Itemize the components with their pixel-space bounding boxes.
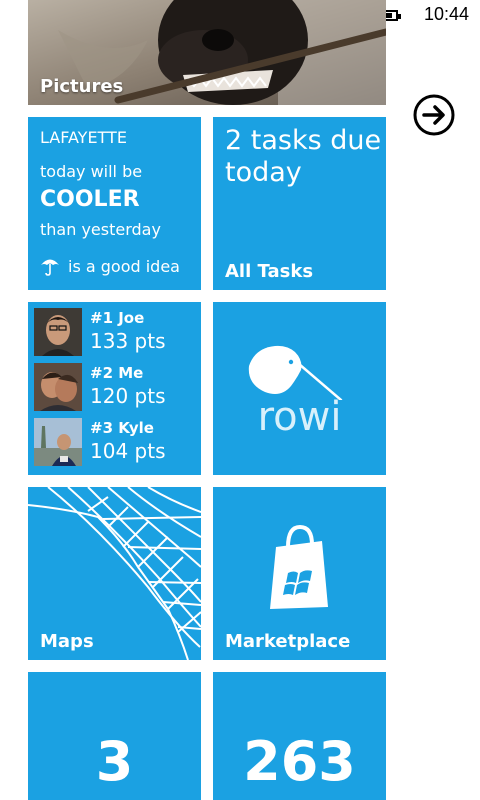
pictures-tile[interactable]: Pictures xyxy=(28,0,386,105)
maps-label: Maps xyxy=(40,631,94,652)
weather-city: LAFAYETTE xyxy=(40,128,127,147)
leaderboard-row: #1 Joe 133 pts xyxy=(34,308,199,358)
weather-tile[interactable]: LAFAYETTE today will be COOLER than yest… xyxy=(28,117,201,290)
weather-line-3: than yesterday xyxy=(40,220,161,239)
leaderboard-rank: #2 Me xyxy=(90,364,144,382)
leaderboard-points: 104 pts xyxy=(90,439,166,463)
pictures-label: Pictures xyxy=(40,76,124,97)
leaderboard-rank: #1 Joe xyxy=(90,309,145,327)
counter-tile-left[interactable]: 3 xyxy=(28,672,201,800)
clock: 10:44 xyxy=(424,4,470,24)
umbrella-icon xyxy=(41,259,59,276)
leaderboard-rank: #3 Kyle xyxy=(90,419,154,437)
tasks-label: All Tasks xyxy=(225,261,314,282)
leaderboard-row: #3 Kyle 104 pts xyxy=(34,418,199,468)
counter-value: 3 xyxy=(95,730,134,793)
counter-tile-right[interactable]: 263 xyxy=(213,672,386,800)
avatar xyxy=(34,308,82,356)
leaderboard-points: 133 pts xyxy=(90,329,166,353)
avatar xyxy=(34,363,82,411)
kiwi-icon xyxy=(248,345,343,400)
arrow-right-circle-icon[interactable] xyxy=(412,93,456,137)
rowi-name: rowi xyxy=(257,394,342,440)
tasks-tile[interactable]: 2 tasks due today All Tasks xyxy=(213,117,386,290)
marketplace-label: Marketplace xyxy=(225,631,351,652)
shopping-bag-icon xyxy=(270,524,328,609)
tasks-headline: 2 tasks due today xyxy=(225,125,382,188)
weather-line-2: COOLER xyxy=(40,187,140,212)
avatar xyxy=(34,418,82,466)
leaderboard-row: #2 Me 120 pts xyxy=(34,363,199,413)
leaderboard-points: 120 pts xyxy=(90,384,166,408)
maps-tile[interactable]: Maps xyxy=(28,487,201,660)
rowi-tile[interactable]: rowi xyxy=(213,302,386,475)
leaderboard-tile[interactable]: #1 Joe 133 pts #2 Me 120 pts #3 Kyle 104… xyxy=(28,302,201,475)
counter-value: 263 xyxy=(243,730,356,793)
weather-line-4: is a good idea xyxy=(68,257,180,276)
marketplace-tile[interactable]: Marketplace xyxy=(213,487,386,660)
weather-line-1: today will be xyxy=(40,162,143,181)
